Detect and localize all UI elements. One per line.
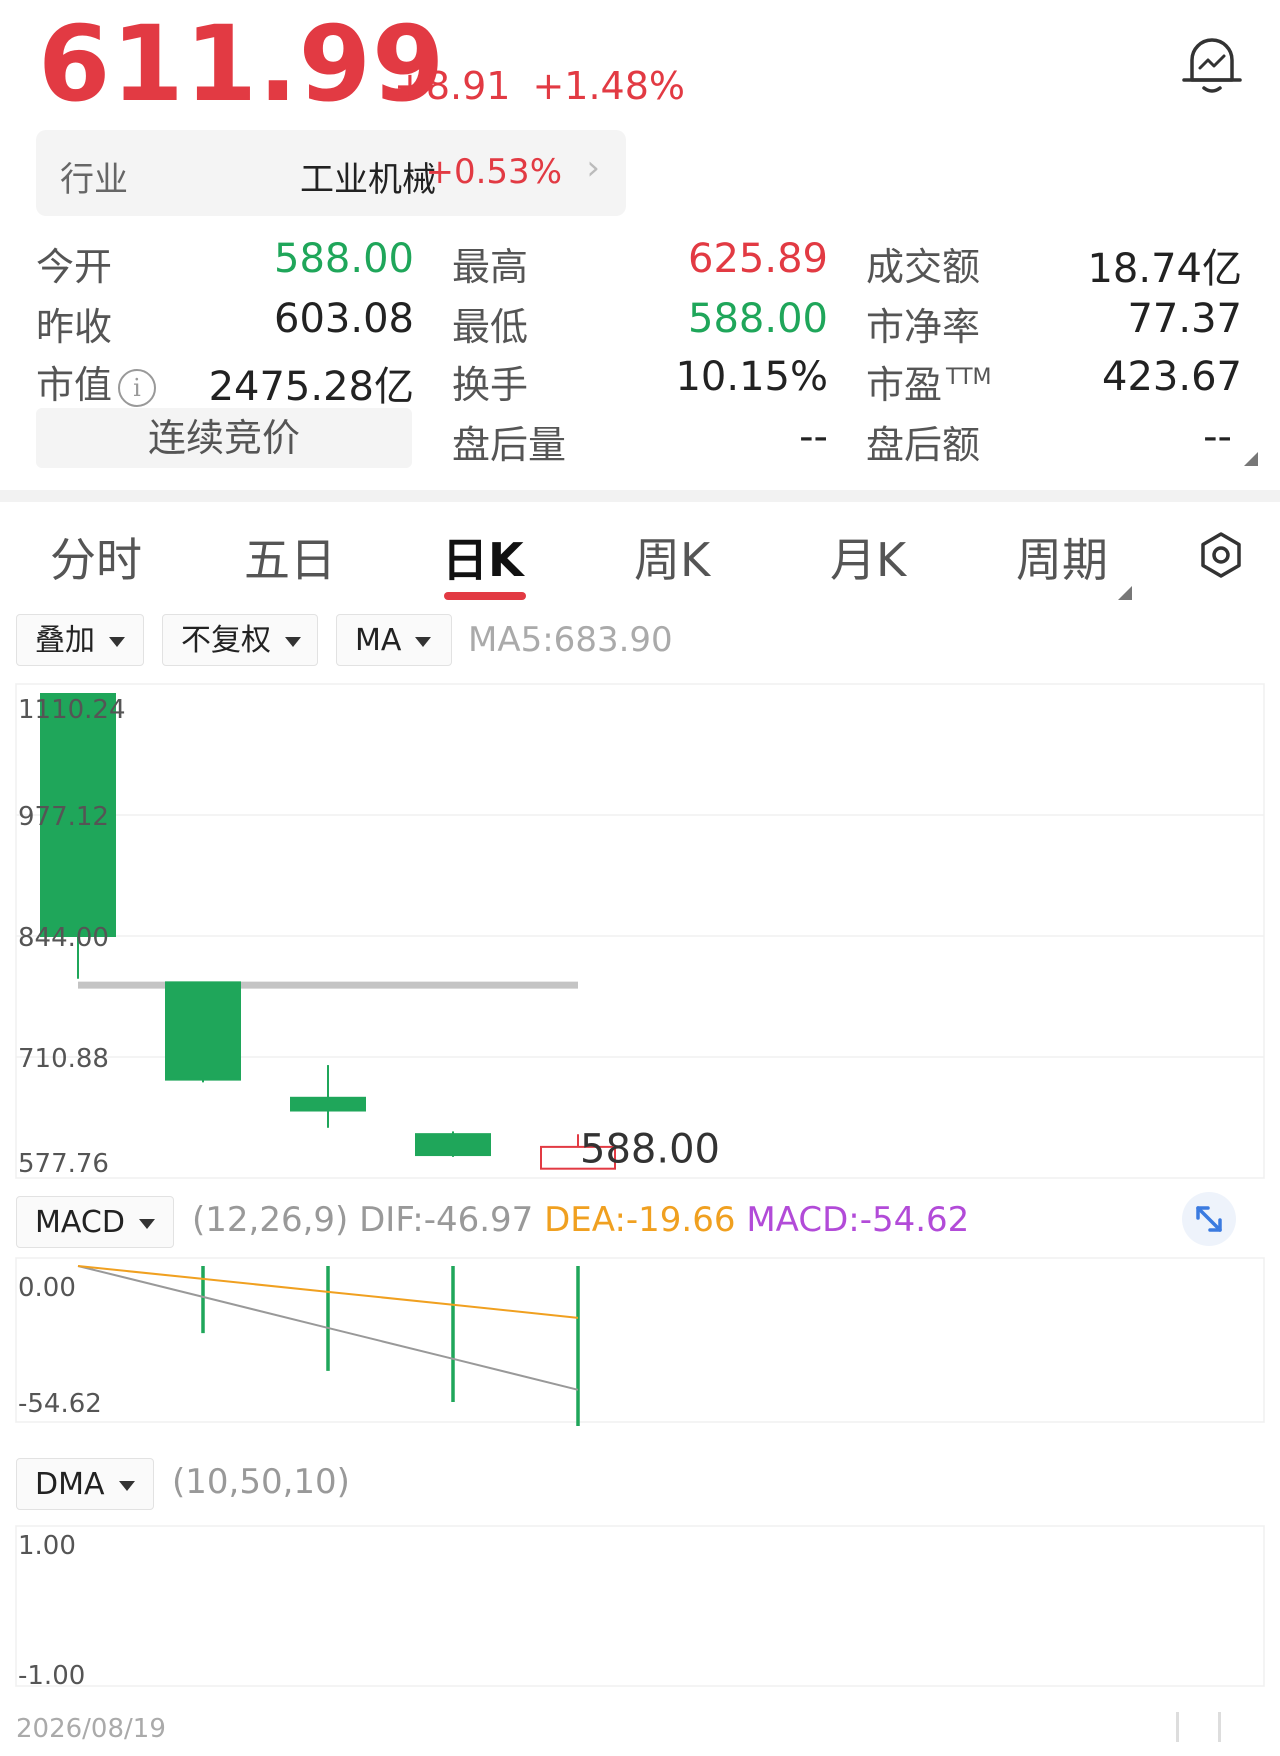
mktcap-value: 2475.28亿 — [208, 364, 414, 410]
kline-grid — [15, 683, 1265, 1179]
high-label: 最高 — [452, 245, 529, 289]
chart-date-label: 2026/08/19 — [16, 1714, 166, 1744]
industry-name: 工业机械 — [300, 160, 436, 200]
after-hours-volume-value: -- — [799, 414, 828, 460]
kline-y-tick: 710.88 — [18, 1044, 109, 1074]
kline-candles — [40, 693, 616, 1170]
caret-down-icon — [415, 636, 432, 647]
tab-daily-k[interactable]: 日K — [442, 524, 524, 590]
period-dropdown-icon[interactable] — [1118, 586, 1132, 600]
high-value: 625.89 — [688, 236, 828, 282]
macd-dropdown[interactable]: MACD — [16, 1196, 174, 1248]
caret-down-icon — [138, 1218, 155, 1229]
open-label: 今开 — [36, 245, 113, 289]
adjust-dropdown[interactable]: 不复权 — [162, 614, 318, 666]
adjust-dropdown-label: 不复权 — [181, 623, 271, 658]
macd-dropdown-label: MACD — [35, 1205, 125, 1240]
chart-settings-gear-icon[interactable] — [1196, 530, 1246, 580]
price-alert-bell-icon[interactable] — [1180, 30, 1244, 98]
pb-label: 市净率 — [866, 305, 981, 349]
candle-body — [165, 981, 241, 1081]
tab-intraday[interactable]: 分时 — [50, 524, 142, 590]
turnover-value: 18.74亿 — [1087, 246, 1242, 292]
tab-monthly-k[interactable]: 月K — [830, 524, 906, 590]
kline-y-tick: 577.76 — [18, 1149, 109, 1179]
dma-dropdown-label: DMA — [35, 1467, 105, 1502]
pb-value: 77.37 — [1127, 296, 1242, 342]
kline-frame — [15, 683, 1265, 1179]
caret-down-icon — [109, 636, 125, 647]
prev-close-label: 昨收 — [36, 305, 113, 349]
info-icon[interactable]: i — [118, 368, 157, 407]
macd-chart[interactable]: 0.00 -54.62 — [0, 1256, 1280, 1446]
after-hours-amount-label: 盘后额 — [866, 423, 981, 467]
dma-params: (10,50,10) — [172, 1462, 350, 1502]
low-label: 最低 — [452, 305, 529, 349]
candle-body — [415, 1133, 491, 1157]
scroll-indicator — [1176, 1712, 1179, 1742]
macd-dea: DEA:-19.66 — [544, 1200, 736, 1240]
scroll-indicator — [1218, 1712, 1221, 1742]
section-divider — [0, 490, 1280, 502]
expand-corner-icon[interactable] — [1244, 452, 1258, 466]
macd-tick-bottom: -54.62 — [18, 1389, 102, 1419]
overlay-dropdown-label: 叠加 — [35, 623, 95, 658]
open-value: 588.00 — [274, 236, 414, 282]
tab-five-day[interactable]: 五日 — [244, 524, 336, 590]
industry-change: +0.53% — [425, 152, 563, 192]
macd-params: (12,26,9) — [192, 1200, 349, 1240]
ma5-indicator: MA5:683.90 — [468, 620, 673, 660]
dma-dropdown[interactable]: DMA — [16, 1458, 154, 1510]
caret-down-icon — [285, 636, 301, 647]
last-price: 611.99 — [38, 3, 446, 125]
industry-label: 行业 — [60, 160, 128, 200]
overlay-dropdown[interactable]: 叠加 — [16, 614, 144, 666]
turnover-label: 成交额 — [866, 245, 981, 289]
ma-dropdown-label: MA — [355, 623, 402, 658]
prev-close-value: 603.08 — [274, 296, 414, 342]
kline-y-tick: 844.00 — [18, 923, 109, 953]
low-value: 588.00 — [688, 296, 828, 342]
pe-label-group: 市盈 TTM — [866, 354, 992, 409]
last-price-label: 588.00 — [580, 1127, 720, 1173]
kline-chart[interactable]: 1110.24 977.12 844.00 710.88 577.76 588.00 — [0, 680, 1280, 1180]
expand-arrows-icon[interactable] — [1182, 1192, 1236, 1246]
dma-chart[interactable]: 1.00 -1.00 — [0, 1520, 1280, 1700]
pe-label: 市盈 — [866, 363, 943, 407]
dma-tick-top: 1.00 — [18, 1531, 76, 1561]
macd-macd: MACD:-54.62 — [746, 1200, 970, 1240]
turnover-rate-label: 换手 — [452, 363, 529, 407]
mktcap-label-group: 市值 i — [36, 354, 157, 409]
caret-down-icon — [118, 1480, 135, 1491]
pe-value: 423.67 — [1102, 354, 1242, 400]
chevron-right-icon: › — [586, 148, 600, 188]
trading-session-status: 连续竞价 — [36, 408, 412, 468]
macd-histogram — [201, 1266, 580, 1426]
macd-tick-top: 0.00 — [18, 1273, 76, 1303]
macd-indicator-values: (12,26,9) DIF:-46.97 DEA:-19.66 MACD:-54… — [192, 1200, 969, 1240]
ma-dropdown[interactable]: MA — [336, 614, 452, 666]
price-change-pct: +1.48% — [532, 64, 686, 108]
after-hours-amount-value: -- — [1203, 414, 1232, 460]
pe-ttm-sup: TTM — [946, 365, 992, 391]
price-change: +8.91 +1.48% — [394, 64, 707, 108]
price-change-abs: +8.91 — [394, 64, 511, 108]
kline-y-tick: 977.12 — [18, 802, 109, 832]
tab-weekly-k[interactable]: 周K — [634, 524, 710, 590]
turnover-rate-value: 10.15% — [675, 354, 828, 400]
industry-row[interactable]: 行业 工业机械 +0.53% › — [36, 130, 626, 216]
macd-dif: DIF:-46.97 — [359, 1200, 534, 1240]
dma-frame — [15, 1525, 1265, 1687]
tab-period[interactable]: 周期 — [1016, 524, 1108, 590]
mktcap-label: 市值 — [36, 363, 113, 407]
candle-body — [290, 1096, 366, 1112]
dma-tick-bottom: -1.00 — [18, 1661, 85, 1691]
kline-y-tick: 1110.24 — [18, 695, 126, 725]
active-tab-indicator — [444, 592, 526, 600]
after-hours-volume-label: 盘后量 — [452, 423, 567, 467]
